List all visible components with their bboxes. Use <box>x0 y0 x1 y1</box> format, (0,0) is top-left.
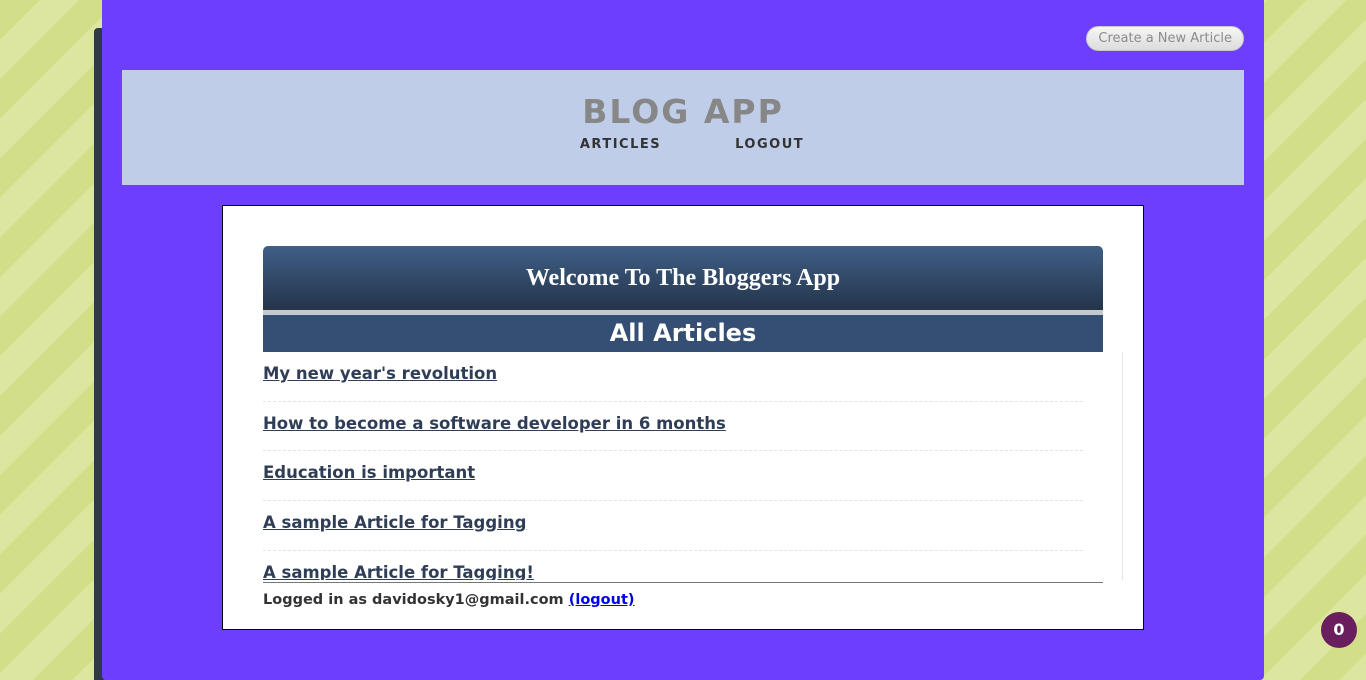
list-item: How to become a software developer in 6 … <box>263 402 1083 452</box>
content-panel: Welcome To The Bloggers App All Articles… <box>222 205 1144 630</box>
list-item: A sample Article for Tagging! <box>263 551 1083 580</box>
article-link[interactable]: How to become a software developer in 6 … <box>263 414 726 433</box>
section-title: All Articles <box>263 315 1103 352</box>
article-link[interactable]: A sample Article for Tagging <box>263 513 526 532</box>
list-item: My new year's revolution <box>263 352 1083 402</box>
login-status-text: Logged in as davidosky1@gmail.com <box>263 592 564 608</box>
list-item: A sample Article for Tagging <box>263 501 1083 551</box>
app-container: Create a New Article BLOG APP ARTICLES L… <box>102 0 1264 680</box>
list-item: Education is important <box>263 451 1083 502</box>
brand-title: BLOG APP <box>582 92 784 131</box>
main-nav: ARTICLES LOGOUT <box>122 137 1244 152</box>
footer-divider <box>263 582 1103 583</box>
nav-articles-link[interactable]: ARTICLES <box>580 137 661 152</box>
site-header: BLOG APP ARTICLES LOGOUT <box>122 70 1244 185</box>
notification-count-badge[interactable]: 0 <box>1321 612 1357 648</box>
nav-logout-link[interactable]: LOGOUT <box>735 137 804 152</box>
article-link[interactable]: A sample Article for Tagging! <box>263 563 534 580</box>
create-article-button[interactable]: Create a New Article <box>1086 26 1244 51</box>
article-link[interactable]: Education is important <box>263 463 475 482</box>
article-list[interactable]: My new year's revolution How to become a… <box>263 352 1123 580</box>
article-link[interactable]: My new year's revolution <box>263 364 497 383</box>
footer-logout-link[interactable]: (logout) <box>569 592 635 608</box>
welcome-banner: Welcome To The Bloggers App <box>263 246 1103 310</box>
login-status: Logged in as davidosky1@gmail.com (logou… <box>263 592 635 608</box>
